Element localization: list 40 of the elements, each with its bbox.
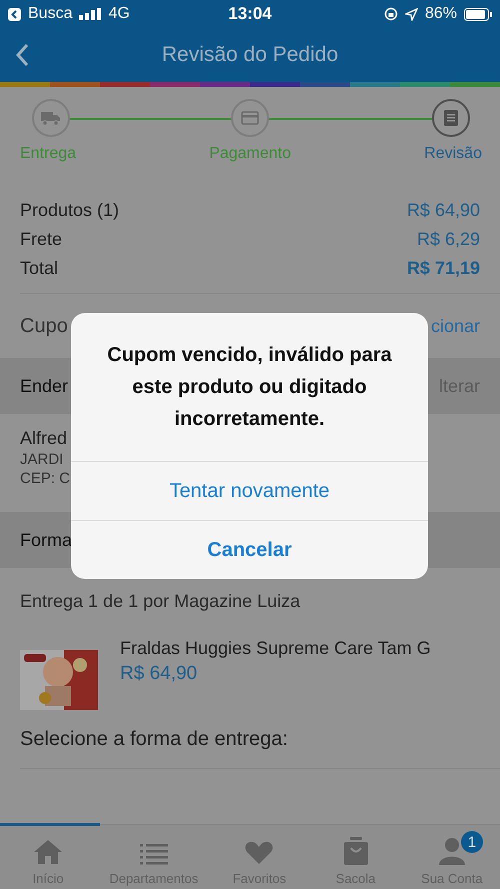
home-icon xyxy=(33,839,64,865)
delivery-title: Entrega 1 de 1 por Magazine Luiza xyxy=(20,590,300,612)
address-line: CEP: C xyxy=(20,470,72,487)
back-app-label[interactable]: Busca xyxy=(28,5,72,23)
product-name[interactable]: Fraldas Huggies Supreme Care Tam G xyxy=(120,638,431,659)
retry-button[interactable]: Tentar novamente xyxy=(71,461,428,520)
product-price: R$ 64,90 xyxy=(120,663,198,685)
back-app-icon[interactable] xyxy=(8,8,21,20)
battery-icon xyxy=(464,8,492,20)
back-icon[interactable] xyxy=(15,43,29,67)
account-icon xyxy=(438,837,466,865)
list-icon xyxy=(140,843,168,865)
bag-icon xyxy=(344,837,368,865)
coupon-action-link[interactable]: cionar xyxy=(430,316,480,336)
signal-icon xyxy=(79,8,102,20)
address-header: Ender xyxy=(20,376,68,396)
summary-label: Frete xyxy=(20,229,62,250)
heart-icon xyxy=(245,841,274,865)
page-title: Revisão do Pedido xyxy=(162,43,338,67)
address-line: Alfred xyxy=(20,428,68,449)
summary-label: Total xyxy=(20,258,58,279)
cancel-button[interactable]: Cancelar xyxy=(71,520,428,579)
summary-label: Produtos (1) xyxy=(20,200,120,221)
step-label[interactable]: Revisão xyxy=(424,145,482,163)
location-icon xyxy=(404,8,418,20)
notification-badge: 1 xyxy=(460,831,483,853)
summary-value: R$ 6,29 xyxy=(416,229,480,250)
network-label: 4G xyxy=(108,5,130,23)
clock: 13:04 xyxy=(228,4,272,24)
step-label[interactable]: Entrega xyxy=(20,145,76,163)
summary-value: R$ 64,90 xyxy=(406,200,480,221)
summary-value: R$ 71,19 xyxy=(406,258,480,279)
payment-header: Forma xyxy=(20,530,72,550)
battery-label: 86% xyxy=(424,5,457,23)
step-label[interactable]: Pagamento xyxy=(209,145,292,163)
address-line: JARDI xyxy=(20,451,64,468)
coupon-label: Cupo xyxy=(20,314,68,338)
rotation-lock-icon xyxy=(384,7,398,21)
alert-message: Cupom vencido, inválido para este produto ou digitado incorretamente. xyxy=(106,343,393,432)
delivery-prompt: Selecione a forma de entrega: xyxy=(19,727,289,752)
